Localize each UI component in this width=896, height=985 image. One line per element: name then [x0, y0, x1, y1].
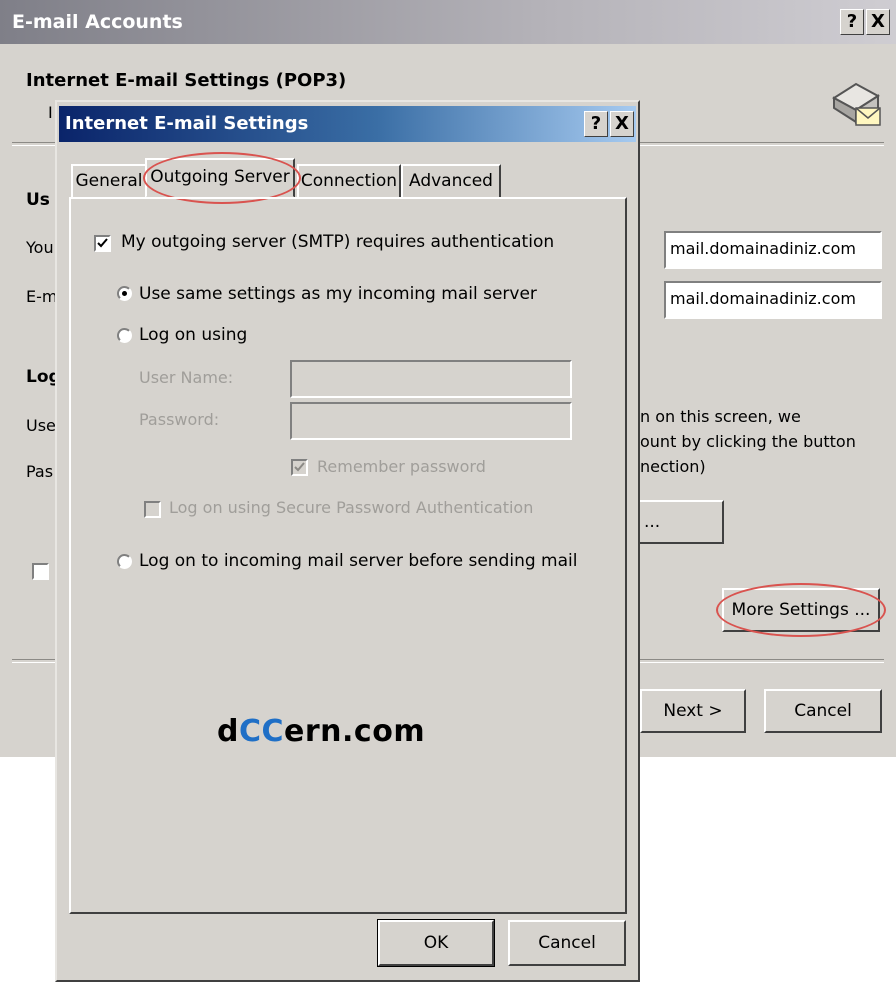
- username-label: User Name:: [139, 368, 234, 387]
- same-settings-label: Use same settings as my incoming mail se…: [139, 284, 537, 304]
- back-your-name-label: You: [26, 238, 54, 257]
- logon-incoming-label: Log on to incoming mail server before se…: [139, 551, 578, 571]
- dialog-cancel-button[interactable]: Cancel: [508, 920, 626, 966]
- back-email-label: E-m: [26, 287, 58, 306]
- back-subheading: I: [48, 103, 53, 122]
- tab-outgoing-server[interactable]: Outgoing Server: [145, 158, 295, 198]
- password-label: Password:: [139, 410, 220, 429]
- dialog-close-button[interactable]: X: [610, 111, 634, 137]
- remember-password-label: Remember password: [317, 457, 486, 476]
- outgoing-server-field[interactable]: mail.domainadiniz.com: [664, 281, 882, 319]
- back-checkbox[interactable]: [32, 563, 49, 580]
- back-info-line-1: n on this screen, we: [640, 407, 801, 426]
- back-info-line-2: ount by clicking the button: [640, 432, 856, 451]
- dialog-help-button[interactable]: ?: [584, 111, 608, 137]
- spa-label: Log on using Secure Password Authenticat…: [169, 498, 534, 517]
- back-user-info-label: Us: [26, 190, 50, 210]
- remember-password-checkbox[interactable]: [291, 459, 308, 476]
- smtp-auth-checkbox[interactable]: [94, 235, 111, 252]
- email-account-icon: [826, 74, 884, 130]
- tab-advanced[interactable]: Advanced: [401, 164, 501, 198]
- test-account-settings-button[interactable]: ...: [628, 500, 724, 544]
- logon-incoming-radio[interactable]: [117, 554, 132, 569]
- next-button[interactable]: Next >: [640, 689, 746, 733]
- back-password-label: Pas: [26, 462, 54, 481]
- tab-connection[interactable]: Connection: [297, 164, 401, 198]
- back-info-line-3: nection): [640, 457, 706, 476]
- smtp-auth-label: My outgoing server (SMTP) requires authe…: [121, 232, 555, 252]
- password-field[interactable]: [290, 402, 572, 440]
- back-username-label: Use: [26, 416, 56, 435]
- watermark-prefix: d: [217, 714, 239, 749]
- tab-general[interactable]: General: [71, 164, 147, 198]
- email-accounts-titlebar: E-mail Accounts: [0, 0, 896, 44]
- username-field[interactable]: [290, 360, 572, 398]
- more-settings-button[interactable]: More Settings ...: [722, 588, 880, 632]
- back-cancel-button[interactable]: Cancel: [764, 689, 882, 733]
- internet-email-settings-dialog: Internet E-mail Settings ? X General Out…: [55, 100, 640, 982]
- back-help-button[interactable]: ?: [840, 9, 864, 35]
- dialog-titlebar: Internet E-mail Settings: [59, 106, 636, 142]
- spa-checkbox[interactable]: [144, 501, 161, 518]
- logon-using-radio[interactable]: [117, 328, 132, 343]
- watermark-suffix: ern.com: [284, 714, 426, 749]
- watermark-highlight: CC: [238, 714, 285, 749]
- watermark-logo: dCCern.com: [217, 714, 425, 749]
- same-settings-radio[interactable]: [117, 286, 132, 301]
- logon-using-label: Log on using: [139, 325, 248, 345]
- ok-button[interactable]: OK: [377, 919, 495, 967]
- incoming-server-field[interactable]: mail.domainadiniz.com: [664, 231, 882, 269]
- back-close-button[interactable]: X: [866, 9, 890, 35]
- back-heading: Internet E-mail Settings (POP3): [26, 70, 347, 91]
